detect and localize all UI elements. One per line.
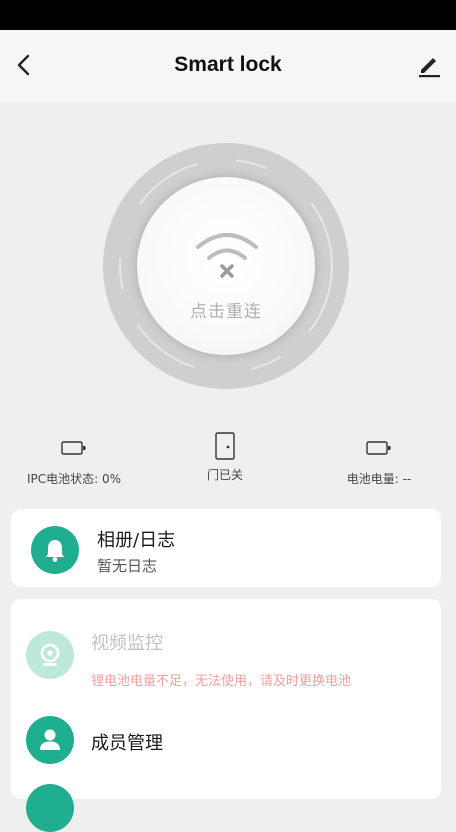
album-log-card[interactable]: 相册/日志 暂无日志: [11, 509, 441, 587]
door-icon: [215, 432, 235, 460]
wifi-off-icon: [196, 233, 258, 278]
album-title: 相册/日志: [97, 530, 176, 551]
user-icon: [40, 729, 60, 750]
ipc-battery-label: IPC电池状态: 0%: [26, 472, 122, 486]
album-icon-circle: [31, 526, 79, 574]
battery-level-status: 电池电量: --: [310, 440, 448, 487]
status-bar: [0, 0, 456, 30]
video-icon-circle: [26, 631, 74, 679]
album-subtitle: 暂无日志: [97, 557, 158, 575]
battery-level-label: 电池电量: --: [346, 472, 412, 486]
video-monitor-title: 视频监控: [91, 633, 163, 654]
bell-icon: [46, 540, 64, 562]
main-content: 点击重连 IPC电池状态: 0% 门已关 电池电量: -- 相册/日志 暂无日志…: [0, 102, 456, 832]
member-icon-circle: [26, 716, 74, 764]
next-item-icon-circle: [26, 784, 74, 832]
lock-status-dial: 点击重连: [103, 143, 349, 389]
camera-icon: [40, 643, 60, 666]
battery-icon: [366, 441, 391, 455]
door-status: 门已关: [165, 432, 285, 483]
battery-warning: 锂电池电量不足，无法使用，请及时更换电池: [91, 674, 352, 689]
member-management-title: 成员管理: [91, 733, 163, 754]
features-card: 视频监控 锂电池电量不足，无法使用，请及时更换电池 成员管理: [11, 599, 441, 832]
pencil-icon[interactable]: [414, 50, 444, 80]
reconnect-button[interactable]: 点击重连: [137, 177, 315, 355]
door-label: 门已关: [206, 468, 243, 482]
reconnect-label: 点击重连: [190, 302, 262, 322]
ipc-battery-status: IPC电池状态: 0%: [10, 440, 138, 487]
page-title: Smart lock: [174, 53, 282, 76]
header: Smart lock: [0, 30, 456, 102]
battery-icon: [61, 441, 86, 455]
